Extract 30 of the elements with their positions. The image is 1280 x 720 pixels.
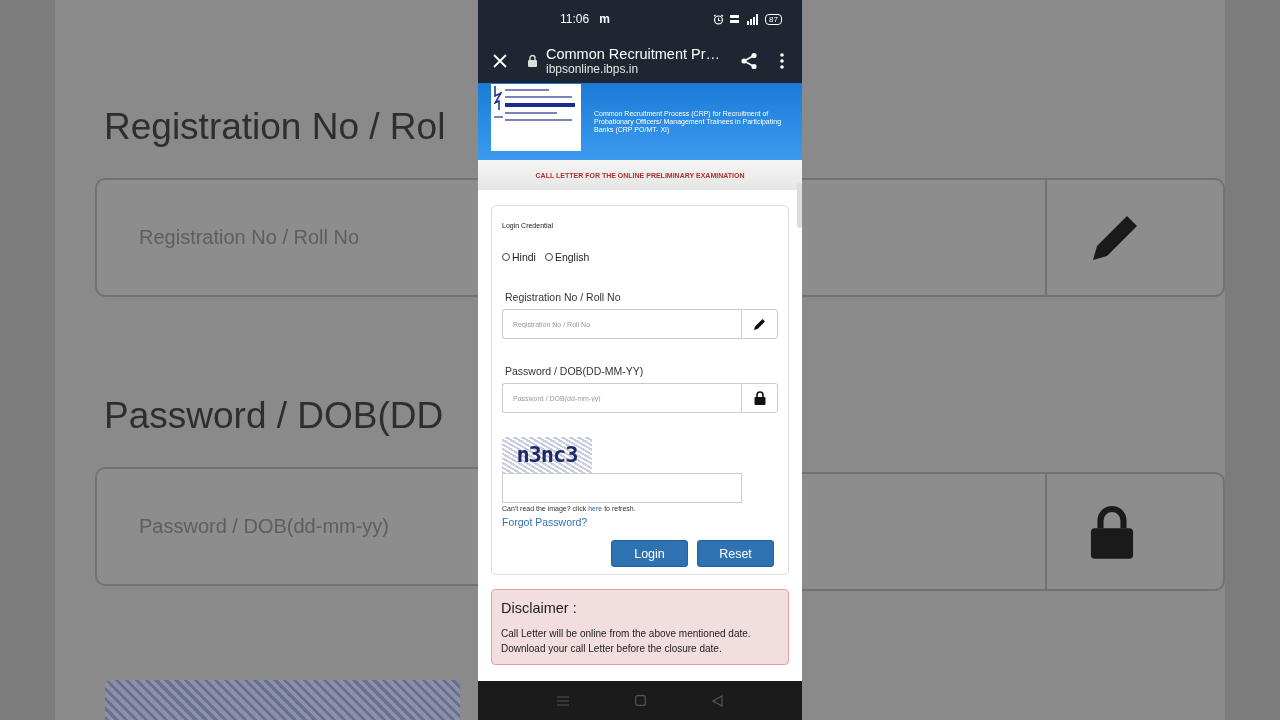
menu-icon[interactable]: [557, 695, 569, 706]
more-options-icon[interactable]: [780, 52, 784, 69]
signal-icon: [745, 13, 760, 25]
form-button[interactable]: Reset: [697, 540, 774, 567]
clock-time: 11:06: [560, 12, 590, 26]
close-icon[interactable]: [493, 53, 507, 68]
home-icon[interactable]: [635, 695, 646, 706]
url-text: ibpsonline.ibps.in: [546, 61, 640, 76]
disclaimer-title: Disclaimer :: [501, 600, 578, 616]
form-button[interactable]: Login: [611, 540, 688, 567]
lock-icon: [527, 54, 538, 67]
field-label: Registration No / Roll No: [505, 291, 622, 303]
captcha-field[interactable]: [502, 473, 742, 503]
share-icon[interactable]: [740, 51, 758, 70]
field-label: Registration No / Rol: [104, 105, 447, 149]
back-icon[interactable]: [712, 694, 723, 707]
lock-icon: [1089, 504, 1135, 559]
lock-icon: [753, 391, 766, 405]
alarm-icon: [713, 13, 725, 25]
notification-icon: m: [599, 12, 610, 26]
page-title: Common Recruitment Pr…: [546, 45, 722, 62]
forgot-password-link[interactable]: Forgot Password?: [502, 516, 778, 528]
disclaimer-text: Call Letter will be online from the above mentioned date. Download your call Letter before the closure date.: [501, 627, 752, 656]
field-label: Password / DOB(DD: [104, 394, 445, 438]
field-label: Password / DOB(DD-MM-YY): [505, 365, 645, 377]
captcha-image: n3nc3: [502, 437, 592, 473]
language-radio[interactable]: English: [544, 251, 590, 263]
battery-indicator: 87: [765, 13, 782, 25]
pencil-icon: [753, 317, 766, 331]
language-radio[interactable]: Hindi: [502, 251, 536, 263]
